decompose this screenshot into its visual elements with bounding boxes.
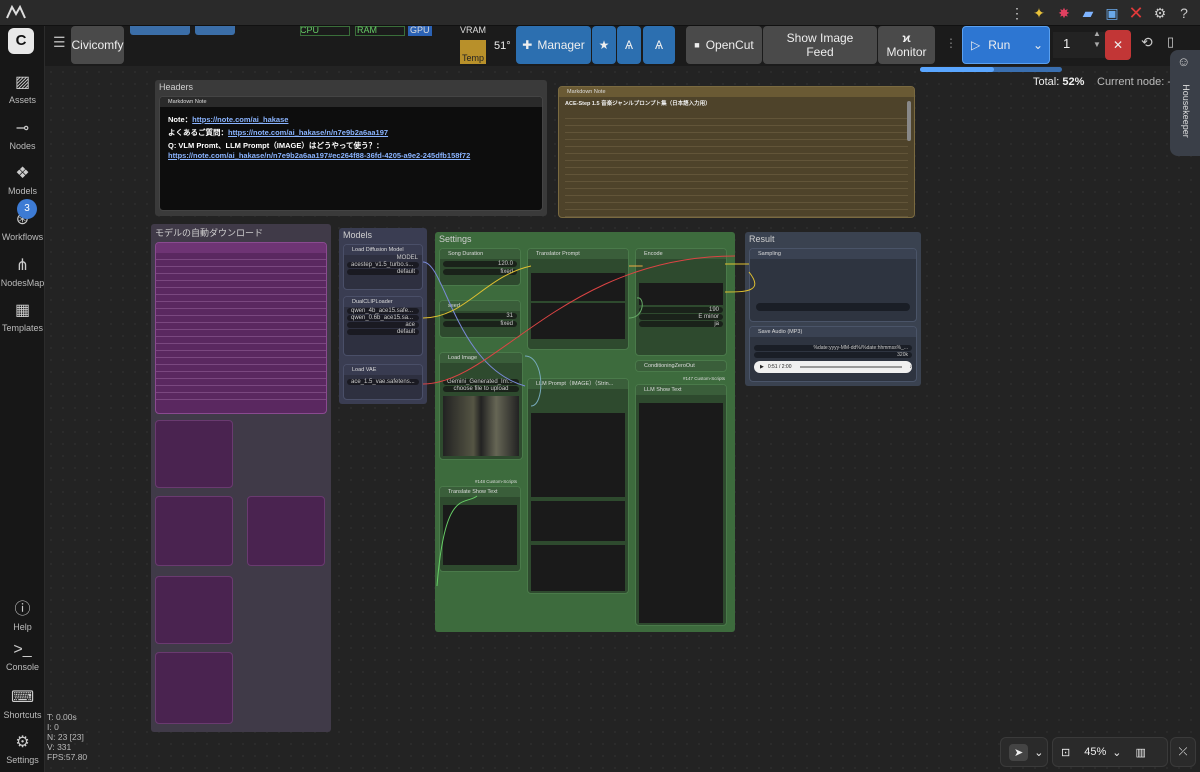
cancel-run-button[interactable]: ✕: [1105, 30, 1131, 60]
history-icon[interactable]: ⟲: [1141, 34, 1153, 51]
close-x-icon[interactable]: ✕: [1127, 4, 1145, 22]
sidebar-item-nodes[interactable]: ⊸ Nodes: [0, 118, 45, 151]
camera-icon: ■: [694, 40, 700, 50]
render-stats: T: 0.00s I: 0 N: 23 [23] V: 331 FPS:57.8…: [47, 712, 88, 762]
burst-icon[interactable]: ✸: [1055, 4, 1073, 22]
robot-icon: ☺: [1177, 54, 1191, 69]
map-icon: ⋔: [15, 257, 30, 274]
dots-icon[interactable]: ⋮: [1008, 4, 1026, 22]
close-icon: ✕: [1112, 38, 1124, 52]
sidebar-item-settings[interactable]: ⚙ Settings: [0, 732, 45, 765]
current-node-text: Current node: -: [1097, 76, 1171, 88]
question-icon[interactable]: ?: [1175, 4, 1193, 22]
zoom-level[interactable]: 45%: [1084, 746, 1106, 758]
node-wires: [422, 255, 756, 587]
keyboard-icon: ⌨: [10, 689, 35, 706]
help-icon: ⓘ: [14, 601, 31, 618]
housekeeper-tab[interactable]: ☺ Housekeeper: [1170, 50, 1200, 156]
template-icon: ▦: [14, 302, 31, 319]
gpu-label: GPU: [410, 25, 430, 35]
cube-icon: ❖: [15, 165, 30, 182]
ram-label: RAM: [357, 25, 377, 35]
sidebar-item-models[interactable]: ❖ Models: [0, 163, 45, 196]
terminal-icon: >_: [13, 641, 32, 658]
gear-icon[interactable]: ⚙: [1151, 4, 1169, 22]
comfy-logo-icon[interactable]: [6, 4, 26, 21]
star-icon: ★: [598, 38, 610, 52]
link-off-icon: ⤫: [1178, 745, 1188, 758]
translate-icon-2: Ѧ: [654, 38, 663, 52]
sidebar-item-templates[interactable]: ▦ Templates: [0, 300, 45, 333]
run-button[interactable]: ▷ Run ⌄: [962, 26, 1050, 64]
show-image-feed-button[interactable]: Show Image Feed: [763, 26, 877, 64]
translate-icon: Ѧ: [624, 38, 633, 52]
select-tool-group[interactable]: ➤ ⌄: [1000, 737, 1048, 767]
image-icon: ▨: [14, 74, 31, 91]
cpu-meter: [300, 26, 350, 36]
links-toggle[interactable]: ⤫: [1170, 737, 1196, 767]
civicomfy-button[interactable]: Civicomfy: [71, 26, 124, 64]
manager-button[interactable]: ✚ Manager: [516, 26, 591, 64]
sidebar-item-console[interactable]: >_ Console: [0, 641, 45, 672]
translate-button[interactable]: Ѧ: [617, 26, 641, 64]
star-button[interactable]: ★: [592, 26, 616, 64]
kappa-icon: ϰ: [902, 31, 911, 45]
top-toolbar: ☰ Civicomfy CPU RAM GPU VRAM Temp 51° ✚ M…: [45, 25, 1200, 72]
puzzle-icon: ✚: [522, 38, 533, 52]
sparkle-icon[interactable]: ✦: [1030, 4, 1048, 22]
opencut-button[interactable]: ■ OpenCut: [686, 26, 762, 64]
chevron-down-icon[interactable]: ⌄: [1112, 746, 1121, 759]
tab-strip-blue-2: [195, 26, 235, 35]
hamburger-icon[interactable]: ☰: [53, 34, 66, 51]
chevron-down-icon: ⌄: [1032, 38, 1043, 52]
zoom-controls[interactable]: ⊡ 45% ⌄ ▥: [1052, 737, 1168, 767]
temp-meter: Temp: [460, 40, 486, 64]
fit-view-icon[interactable]: ⊡: [1061, 746, 1070, 759]
cursor-icon[interactable]: ➤: [1009, 743, 1029, 761]
sidebar-item-nodesmap[interactable]: ⋔ NodesMap: [0, 255, 45, 288]
tab-strip-blue: [130, 26, 190, 35]
housekeeper-label: Housekeeper: [1181, 84, 1191, 138]
sidebar-item-shortcuts[interactable]: ⌨ Shortcuts: [0, 687, 45, 720]
settings-icon: ⚙: [15, 734, 30, 751]
workflows-badge: 3: [17, 199, 37, 219]
app-logo[interactable]: C: [8, 28, 34, 54]
play-icon: ▷: [971, 38, 981, 52]
translate-button-2[interactable]: Ѧ: [643, 26, 675, 64]
overall-progress-bar: [920, 67, 1062, 72]
panel-toggle-icon[interactable]: ▯: [1167, 34, 1174, 50]
chevron-down-icon[interactable]: ⌄: [1034, 746, 1043, 759]
queue-count-input[interactable]: 1: [1053, 32, 1113, 58]
os-menu-bar: ⋮ ✦ ✸ ▰ ▣ ✕ ⚙ ?: [0, 0, 1200, 26]
monitor-icon[interactable]: ▣: [1103, 4, 1121, 22]
node-icon: ⊸: [15, 120, 30, 137]
monitor-button[interactable]: ϰ Monitor: [878, 26, 935, 64]
pill-icon[interactable]: ▰: [1079, 4, 1097, 22]
temp-value: 51°: [494, 40, 511, 52]
minimap-icon[interactable]: ▥: [1135, 746, 1145, 759]
total-progress-text: Total: 52%: [1033, 76, 1085, 88]
sidebar-item-assets[interactable]: ▨ Assets: [0, 72, 45, 105]
graph-canvas[interactable]: Headers Markdown Note Note：https://note.…: [45, 66, 1200, 772]
vram-label: VRAM: [460, 25, 487, 35]
sidebar-item-help[interactable]: ⓘ Help: [0, 595, 45, 632]
queue-stepper[interactable]: ▲ ▼: [1093, 28, 1101, 50]
